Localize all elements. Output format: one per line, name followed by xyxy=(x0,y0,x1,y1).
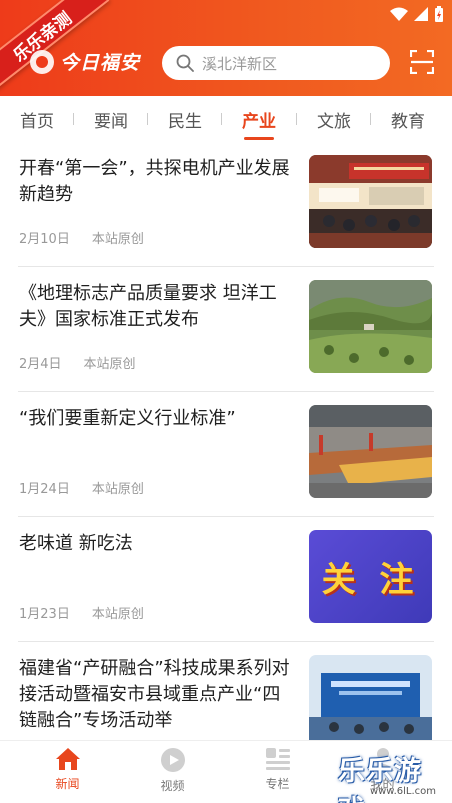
news-meta: 1月23日 本站原创 xyxy=(19,603,144,622)
column-icon xyxy=(265,748,290,770)
test-ribbon: 乐乐亲测 xyxy=(0,0,110,93)
user-icon xyxy=(371,748,394,771)
tab-education[interactable]: 教育 xyxy=(391,107,425,132)
tab-divider xyxy=(370,113,371,125)
tab-industry[interactable]: 产业 xyxy=(242,107,276,140)
news-title: 福建省“产研融合”科技成果系列对接活动暨福安市县域重点产业“四链融合”专场活动举 xyxy=(19,658,290,731)
news-meta: 2月4日 本站原创 xyxy=(19,353,136,372)
logo-mark-icon xyxy=(30,49,54,74)
signal-icon xyxy=(414,7,428,21)
news-meta: 2月10日 本站原创 xyxy=(19,228,144,247)
tab-culture-tourism[interactable]: 文旅 xyxy=(317,107,351,132)
tab-home[interactable]: 首页 xyxy=(20,107,54,132)
news-list: 开春“第一会”，共探电机产业发展新趋势 2月10日 本站原创 《地理标志产品质量… xyxy=(0,142,452,767)
news-date: 2月4日 xyxy=(19,357,62,372)
tab-divider xyxy=(221,113,222,125)
bottom-nav: 新闻 视频 专栏 我的 xyxy=(0,740,452,803)
news-date: 2月10日 xyxy=(19,232,70,247)
scan-icon[interactable] xyxy=(410,50,434,74)
nav-label: 视频 xyxy=(160,779,185,793)
news-title: “我们要重新定义行业标准” xyxy=(19,408,236,429)
news-thumbnail: 关 注 xyxy=(309,530,432,623)
news-thumbnail xyxy=(309,655,432,748)
app-logo: 今日福安 xyxy=(30,48,140,75)
news-item[interactable]: 《地理标志产品质量要求 坦洋工夫》国家标准正式发布 2月4日 本站原创 xyxy=(0,267,452,392)
nav-label: 新闻 xyxy=(55,777,80,791)
news-source: 本站原创 xyxy=(91,232,144,247)
tab-headlines[interactable]: 要闻 xyxy=(94,107,128,132)
nav-news[interactable]: 新闻 xyxy=(15,741,120,803)
tab-divider xyxy=(296,113,297,125)
tab-divider xyxy=(73,113,74,125)
news-thumbnail xyxy=(309,405,432,498)
news-meta: 1月24日 本站原创 xyxy=(19,478,144,497)
news-source: 本站原创 xyxy=(83,357,136,372)
news-source: 本站原创 xyxy=(91,482,144,497)
home-icon xyxy=(55,748,80,770)
news-item[interactable]: 老味道 新吃法 1月23日 本站原创 关 注 xyxy=(0,517,452,642)
news-title: 《地理标志产品质量要求 坦洋工夫》国家标准正式发布 xyxy=(19,283,277,330)
app-header: 乐乐亲测 今日福安 溪北洋新区 xyxy=(0,0,452,96)
nav-video[interactable]: 视频 xyxy=(120,741,225,803)
wifi-icon xyxy=(390,7,408,21)
news-thumbnail xyxy=(309,280,432,373)
news-date: 1月23日 xyxy=(19,607,70,622)
news-title: 老味道 新吃法 xyxy=(19,533,133,554)
tab-divider xyxy=(147,113,148,125)
search-input[interactable]: 溪北洋新区 xyxy=(162,46,390,80)
banner-text: 关 注 xyxy=(321,560,420,600)
nav-profile[interactable]: 我的 xyxy=(330,741,435,803)
play-icon xyxy=(160,748,185,772)
news-title: 开春“第一会”，共探电机产业发展新趋势 xyxy=(19,158,290,205)
category-tabs: 首页 要闻 民生 产业 文旅 教育 xyxy=(0,96,452,142)
battery-icon xyxy=(435,6,443,22)
search-icon xyxy=(176,54,194,72)
nav-column[interactable]: 专栏 xyxy=(225,741,330,803)
search-placeholder: 溪北洋新区 xyxy=(202,54,278,73)
news-thumbnail xyxy=(309,155,432,248)
tab-livelihood[interactable]: 民生 xyxy=(168,107,202,132)
news-date: 1月24日 xyxy=(19,482,70,497)
status-bar xyxy=(390,6,444,22)
news-item[interactable]: “我们要重新定义行业标准” 1月24日 本站原创 xyxy=(0,392,452,517)
news-item[interactable]: 开春“第一会”，共探电机产业发展新趋势 2月10日 本站原创 xyxy=(0,142,452,267)
nav-label: 我的 xyxy=(370,777,395,791)
logo-text: 今日福安 xyxy=(60,52,141,74)
news-source: 本站原创 xyxy=(91,607,144,622)
nav-label: 专栏 xyxy=(265,777,290,791)
